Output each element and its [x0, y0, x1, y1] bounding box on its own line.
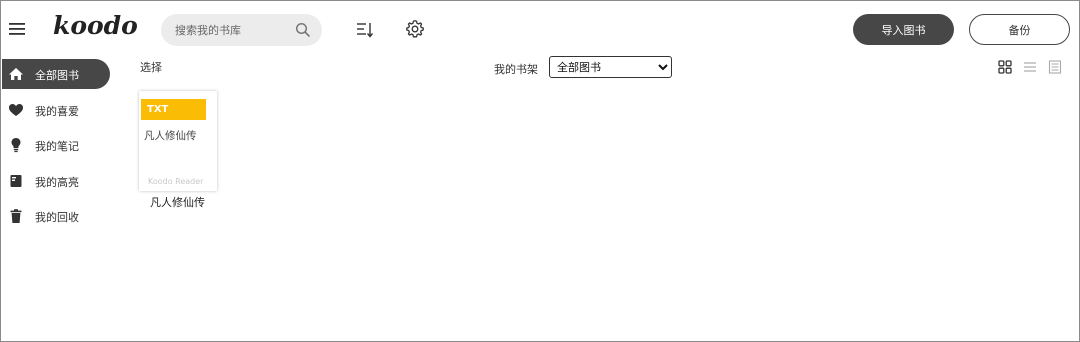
search-input[interactable]: [175, 21, 293, 39]
cover-title: 凡人修仙传: [144, 130, 197, 142]
shelf-select[interactable]: 全部图书: [549, 56, 672, 78]
card-list-view-icon[interactable]: [1048, 60, 1062, 74]
sidebar-item-trash[interactable]: 我的回收: [2, 201, 112, 231]
sidebar-item-favorites[interactable]: 我的喜爱: [2, 95, 112, 125]
sidebar-item-all-books[interactable]: 全部图书: [2, 59, 110, 89]
book-title[interactable]: 凡人修仙传: [150, 194, 205, 210]
search-icon[interactable]: [295, 22, 311, 38]
heart-icon: [9, 103, 23, 116]
backup-button[interactable]: 备份: [969, 14, 1070, 45]
trash-icon: [10, 209, 22, 224]
select-button[interactable]: 选择: [140, 59, 162, 75]
menu-icon[interactable]: [9, 21, 25, 37]
sidebar-item-label: 我的笔记: [35, 140, 79, 154]
shelf-label: 我的书架: [494, 63, 538, 76]
gear-icon[interactable]: [405, 19, 425, 39]
sidebar-item-label: 我的高亮: [35, 175, 79, 189]
home-icon: [9, 68, 23, 80]
list-view-icon[interactable]: [1023, 60, 1037, 74]
sidebar-item-highlights[interactable]: 我的高亮: [2, 166, 112, 196]
grid-view-icon[interactable]: [998, 60, 1012, 74]
sort-icon[interactable]: [355, 20, 375, 40]
app-window: koodo 导入图书 备份 全部图书 我的喜爱: [0, 0, 1080, 342]
app-logo: koodo: [53, 11, 138, 40]
highlight-book-icon: [10, 174, 22, 187]
sidebar-item-label: 我的喜爱: [35, 104, 79, 118]
sidebar: 全部图书 我的喜爱 我的笔记 我的高亮 我的回收: [2, 59, 112, 237]
sidebar-item-label: 我的回收: [35, 211, 79, 225]
bulb-icon: [11, 138, 21, 153]
format-badge: TXT: [141, 99, 206, 120]
search-box[interactable]: [161, 14, 322, 46]
sidebar-item-notes[interactable]: 我的笔记: [2, 130, 112, 160]
book-cover[interactable]: TXT 凡人修仙传 Koodo Reader: [139, 91, 217, 191]
cover-watermark: Koodo Reader: [148, 177, 204, 186]
sidebar-item-label: 全部图书: [35, 69, 79, 82]
import-books-button[interactable]: 导入图书: [853, 14, 954, 45]
